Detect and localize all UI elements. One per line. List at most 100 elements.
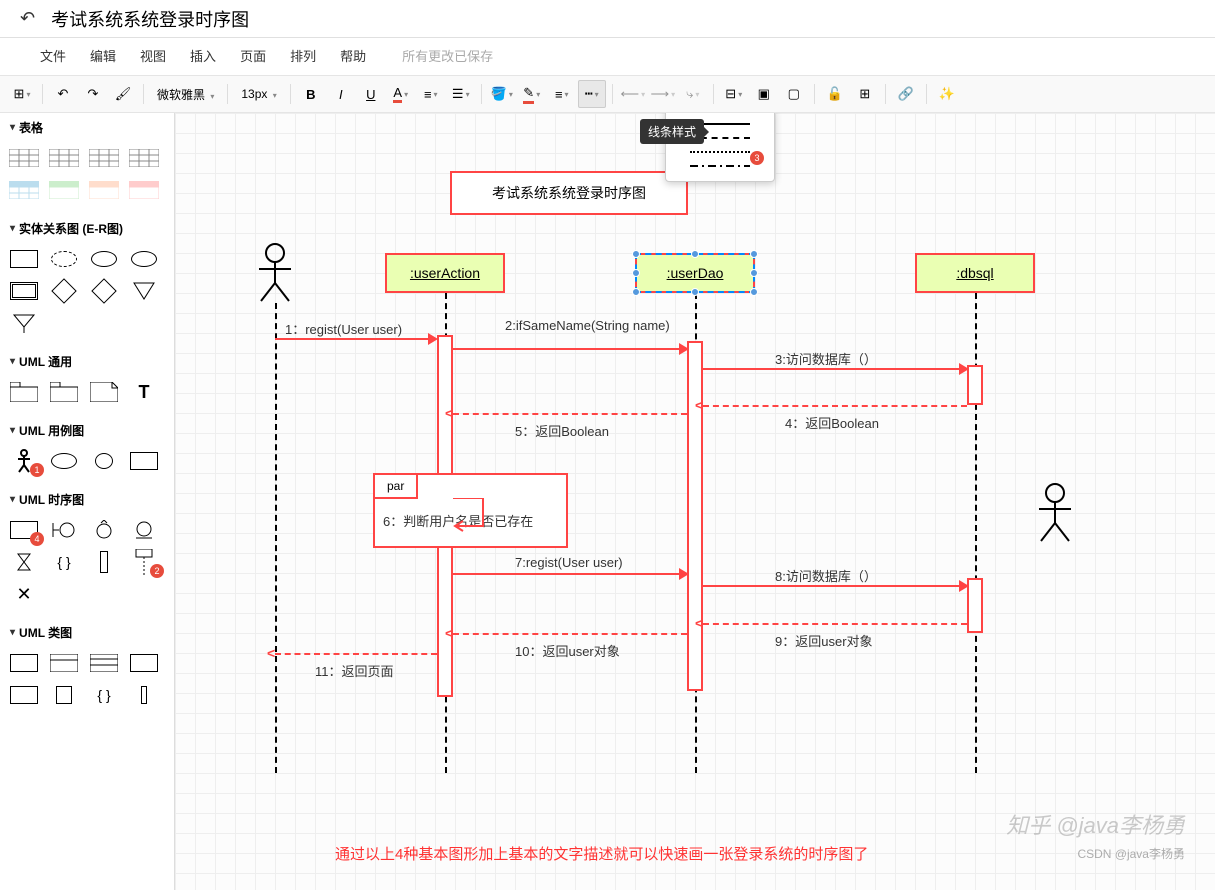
er-triangle-down[interactable] <box>128 279 160 303</box>
table-shape-3[interactable] <box>88 146 120 170</box>
font-color-button[interactable]: A▾ <box>387 80 415 108</box>
table-shape-green[interactable] <box>48 178 80 202</box>
format-painter-button[interactable]: 🖌 <box>109 80 137 108</box>
table-shape-4[interactable] <box>128 146 160 170</box>
er-rhombus[interactable] <box>48 279 80 303</box>
arrow-m2[interactable] <box>453 348 687 350</box>
magic-button[interactable]: ✨ <box>933 80 961 108</box>
er-rect[interactable] <box>8 247 40 271</box>
uml-text[interactable]: T <box>128 380 160 404</box>
connector-type-button[interactable]: ⤷▾ <box>679 80 707 108</box>
uml-class-6[interactable] <box>48 683 80 707</box>
er-triangle-down-2[interactable] <box>8 311 40 335</box>
line-style-dotted[interactable]: 3 <box>674 145 766 159</box>
er-ellipse[interactable] <box>88 247 120 271</box>
lifeline-userdao[interactable]: :userDao <box>635 253 755 293</box>
activation-userdao[interactable] <box>687 341 703 691</box>
shape-picker-button[interactable]: ⊞▾ <box>8 80 36 108</box>
section-uml-sequence[interactable]: UML 时序图 <box>0 485 174 514</box>
uml-destroy[interactable]: ✕ <box>8 582 40 606</box>
section-uml-usecase[interactable]: UML 用例图 <box>0 416 174 445</box>
uml-hourglass[interactable] <box>8 550 40 574</box>
table-shape-2[interactable] <box>48 146 80 170</box>
er-ellipse-dashed[interactable] <box>48 247 80 271</box>
font-family-select[interactable]: 微软雅黑 ▾ <box>150 83 221 106</box>
align-button[interactable]: ≡▾ <box>417 80 445 108</box>
er-ellipse-2[interactable] <box>128 247 160 271</box>
actor-left[interactable] <box>255 243 295 303</box>
arrow-m10[interactable] <box>453 633 687 635</box>
activation-dbsql-1[interactable] <box>967 365 983 405</box>
uml-boundary[interactable] <box>48 518 80 542</box>
redo-button[interactable]: ↷ <box>79 80 107 108</box>
menu-insert[interactable]: 插入 <box>190 46 216 65</box>
actor-right[interactable] <box>1035 483 1075 543</box>
menu-edit[interactable]: 编辑 <box>90 46 116 65</box>
table-shape[interactable] <box>8 146 40 170</box>
uml-activation[interactable] <box>88 550 120 574</box>
uml-class-5[interactable] <box>8 683 40 707</box>
back-button[interactable]: ↶ <box>12 4 43 33</box>
table-shape-orange[interactable] <box>88 178 120 202</box>
align-shapes-button[interactable]: ⊟▾ <box>720 80 748 108</box>
uml-package[interactable] <box>8 380 40 404</box>
uml-class[interactable] <box>8 651 40 675</box>
uml-actor[interactable]: 1 <box>8 449 40 473</box>
underline-button[interactable]: U <box>357 80 385 108</box>
arrow-m3[interactable] <box>703 368 967 370</box>
uml-class-4[interactable] <box>128 651 160 675</box>
uml-fragment[interactable]: { } <box>48 550 80 574</box>
uml-usecase-ellipse-2[interactable] <box>88 449 120 473</box>
bring-front-button[interactable]: ▣ <box>750 80 778 108</box>
bold-button[interactable]: B <box>297 80 325 108</box>
table-shape-red[interactable] <box>128 178 160 202</box>
er-rhombus-double[interactable] <box>88 279 120 303</box>
lock-button[interactable]: 🔓 <box>821 80 849 108</box>
arrow-m8[interactable] <box>703 585 967 587</box>
list-button[interactable]: ☰▾ <box>447 80 475 108</box>
line-width-button[interactable]: ≡▾ <box>548 80 576 108</box>
uml-note[interactable] <box>88 380 120 404</box>
lifeline-useraction[interactable]: :userAction <box>385 253 505 293</box>
section-uml-general[interactable]: UML 通用 <box>0 347 174 376</box>
uml-class-7[interactable]: { } <box>88 683 120 707</box>
arrow-m9[interactable] <box>703 623 967 625</box>
uml-lifeline-full[interactable]: 2 <box>128 550 160 574</box>
arrow-m1[interactable] <box>275 338 436 340</box>
menu-arrange[interactable]: 排列 <box>290 46 316 65</box>
section-uml-class[interactable]: UML 类图 <box>0 618 174 647</box>
uml-class-2[interactable] <box>48 651 80 675</box>
italic-button[interactable]: I <box>327 80 355 108</box>
uml-usecase-ellipse[interactable] <box>48 449 80 473</box>
uml-control[interactable] <box>88 518 120 542</box>
section-er[interactable]: 实体关系图 (E-R图) <box>0 214 174 243</box>
menu-file[interactable]: 文件 <box>40 46 66 65</box>
arrow-m5[interactable] <box>453 413 687 415</box>
fill-color-button[interactable]: 🪣▾ <box>488 80 516 108</box>
section-tables[interactable]: 表格 <box>0 113 174 142</box>
uml-class-8[interactable] <box>128 683 160 707</box>
menu-page[interactable]: 页面 <box>240 46 266 65</box>
arrow-m4[interactable] <box>703 405 967 407</box>
connector-end-button[interactable]: ⟶▾ <box>649 80 677 108</box>
uml-package-2[interactable] <box>48 380 80 404</box>
line-style-dashdot[interactable] <box>674 159 766 173</box>
uml-class-3[interactable] <box>88 651 120 675</box>
line-style-button[interactable]: ┅▾ <box>578 80 606 108</box>
link-button[interactable]: 🔗 <box>892 80 920 108</box>
group-button[interactable]: ⊞ <box>851 80 879 108</box>
line-color-button[interactable]: ✎▾ <box>518 80 546 108</box>
send-back-button[interactable]: ▢ <box>780 80 808 108</box>
diagram-canvas[interactable]: 考试系统系统登录时序图 :userAction :userDao :dbsql … <box>175 113 1215 890</box>
font-size-select[interactable]: 13px ▾ <box>234 84 283 104</box>
lifeline-dbsql[interactable]: :dbsql <box>915 253 1035 293</box>
uml-entity[interactable] <box>128 518 160 542</box>
er-rect-double[interactable] <box>8 279 40 303</box>
table-shape-blue[interactable] <box>8 178 40 202</box>
arrow-m7[interactable] <box>453 573 687 575</box>
arrow-m11[interactable] <box>275 653 437 655</box>
undo-button[interactable]: ↶ <box>49 80 77 108</box>
uml-usecase-rect[interactable] <box>128 449 160 473</box>
menu-view[interactable]: 视图 <box>140 46 166 65</box>
connector-start-button[interactable]: ⟵▾ <box>619 80 647 108</box>
